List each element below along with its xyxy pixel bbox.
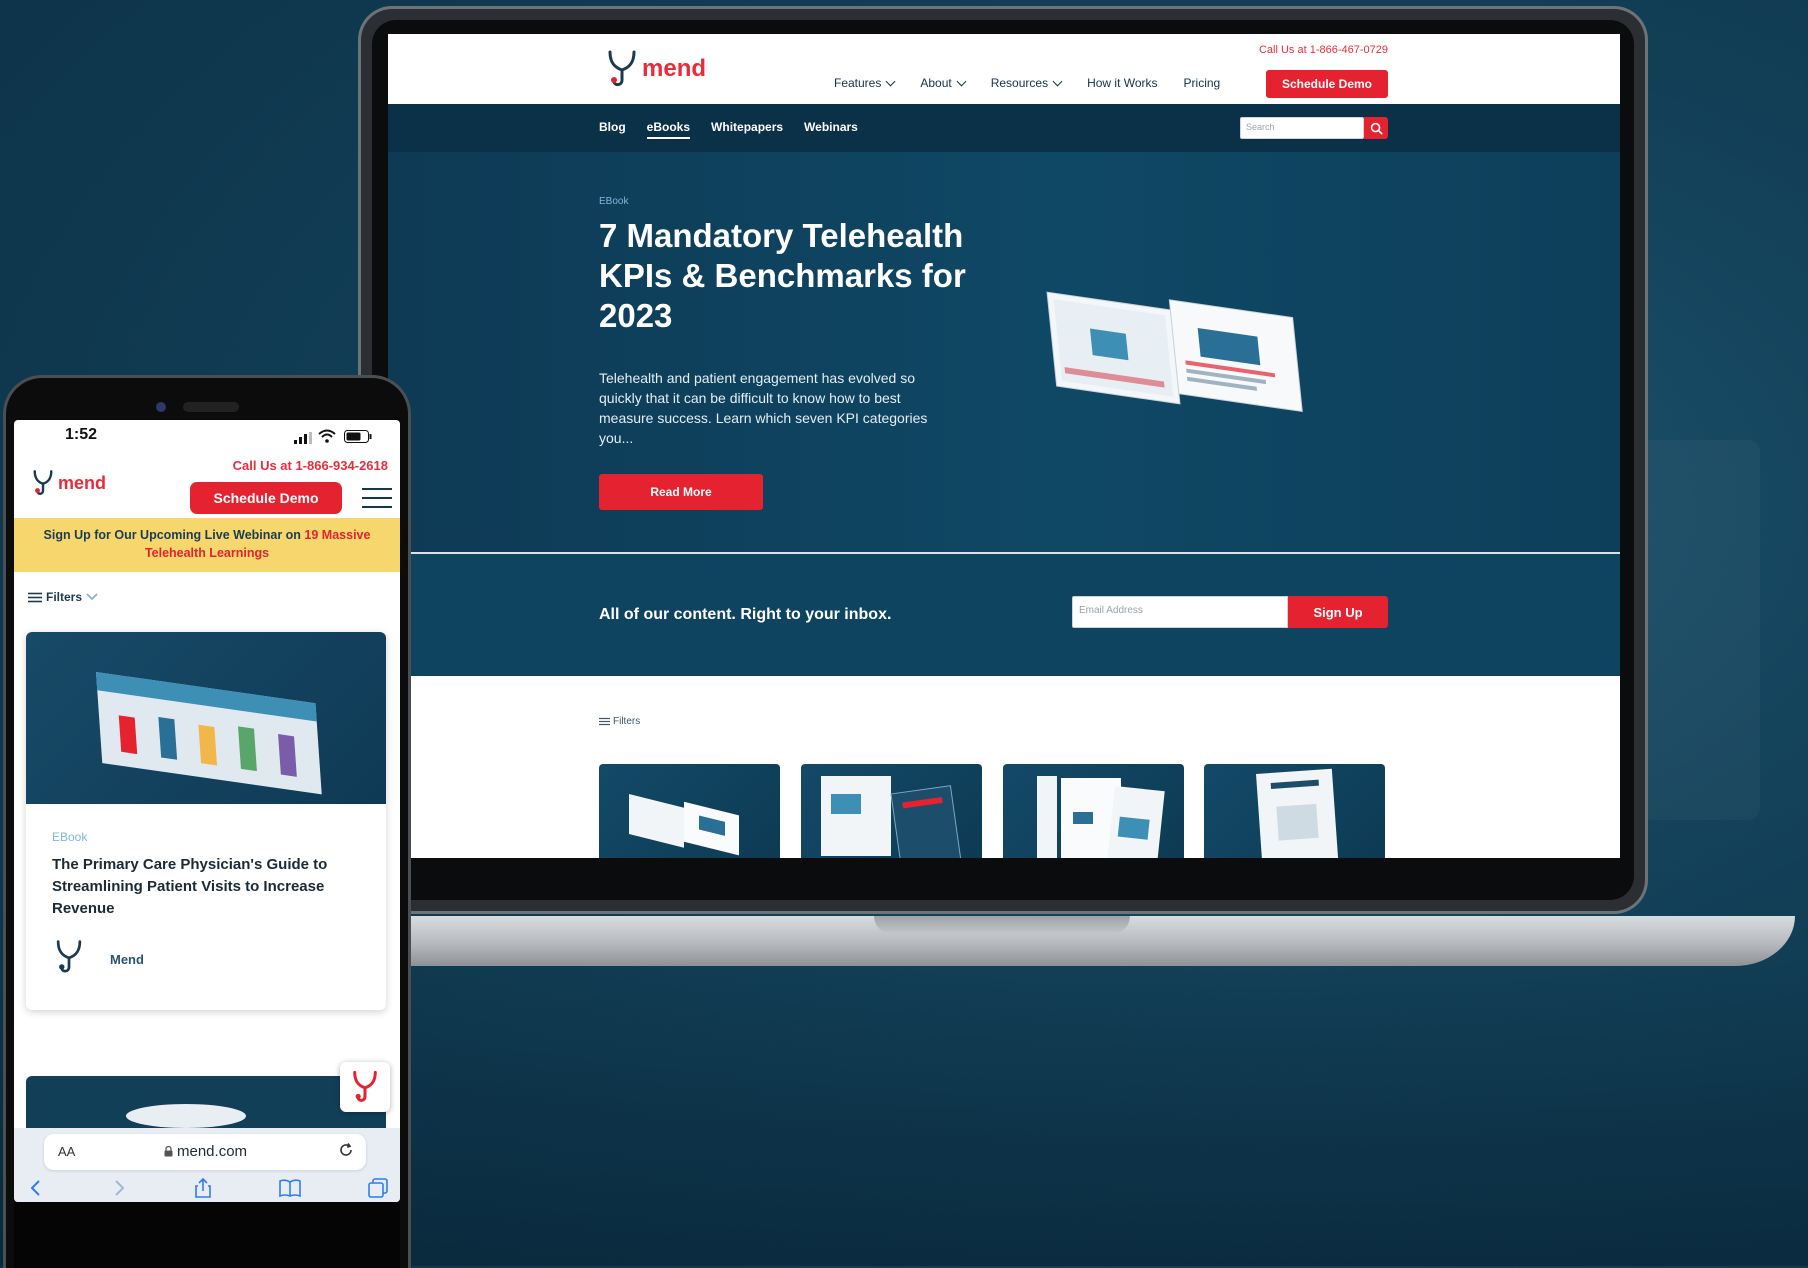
lock-icon [164, 1146, 173, 1157]
nav-label: About [920, 76, 952, 90]
laptop-screen: mend Call Us at 1-866-467-0729 Features … [388, 34, 1620, 858]
chevron-down-icon [86, 593, 98, 601]
author-avatar-icon [56, 940, 82, 973]
card-author: Mend [110, 952, 144, 967]
ebook-thumbnail[interactable] [1204, 764, 1385, 858]
filter-sliders-icon [599, 717, 610, 726]
card-title[interactable]: The Primary Care Physician's Guide to St… [52, 854, 362, 920]
schedule-demo-button[interactable]: Schedule Demo [1266, 70, 1388, 98]
ebook-cover-image [1046, 291, 1303, 413]
laptop-notch [874, 916, 1130, 934]
read-more-button[interactable]: Read More [599, 474, 763, 510]
nav-item-resources[interactable]: Resources [990, 76, 1063, 90]
sign-up-button[interactable]: Sign Up [1288, 596, 1388, 628]
hamburger-menu-icon[interactable] [362, 486, 392, 510]
chevron-down-icon [1052, 76, 1063, 87]
reload-icon[interactable] [338, 1142, 354, 1158]
tabs-icon[interactable] [368, 1178, 388, 1198]
card-tag: EBook [52, 830, 88, 844]
filters-label: Filters [613, 716, 641, 727]
subnav-whitepapers[interactable]: Whitepapers [711, 120, 783, 139]
nav-label: How it Works [1087, 76, 1158, 90]
nav-item-how-it-works[interactable]: How it Works [1087, 76, 1157, 90]
camera-icon [156, 402, 166, 412]
mend-logo[interactable]: mend [606, 48, 706, 90]
chat-widget-button[interactable] [340, 1062, 390, 1112]
phone-schedule-demo-button[interactable]: Schedule Demo [190, 482, 342, 514]
nav-label: Pricing [1183, 76, 1221, 90]
ebook-thumbnail[interactable] [1003, 764, 1184, 858]
nav-label: Resources [990, 76, 1049, 90]
reader-mode-button[interactable]: AA [58, 1144, 75, 1159]
ebook-card[interactable] [26, 1076, 386, 1136]
hero-section: EBook 7 Mandatory Telehealth KPIs & Benc… [388, 152, 1620, 554]
ebook-image [126, 1104, 246, 1128]
call-us-link[interactable]: Call Us at 1-866-467-0729 [1259, 44, 1388, 56]
speaker-grille [183, 402, 239, 412]
subnav-blog[interactable]: Blog [599, 120, 626, 139]
stethoscope-logo-icon [33, 470, 53, 495]
email-input[interactable]: Email Address [1072, 596, 1288, 628]
address-bar[interactable]: AA mend.com [44, 1134, 366, 1170]
phone-device: 1:52 Call Us at 1-866-934-2618 mend Sche… [6, 378, 408, 1268]
wifi-icon [318, 429, 336, 443]
phone-screen: 1:52 Call Us at 1-866-934-2618 mend Sche… [14, 420, 400, 1202]
chevron-down-icon [956, 76, 967, 87]
ebook-image [1037, 776, 1165, 858]
filter-sliders-icon [28, 592, 42, 602]
back-icon[interactable] [28, 1178, 44, 1198]
phone-bottom-bezel [14, 1202, 400, 1268]
ebook-card[interactable]: EBook The Primary Care Physician's Guide… [26, 632, 386, 1010]
nav-item-features[interactable]: Features [834, 76, 896, 90]
ebook-image [96, 672, 322, 795]
bookmarks-icon[interactable] [279, 1178, 301, 1198]
ebook-listing: Filters [388, 676, 1620, 858]
clock: 1:52 [65, 426, 98, 443]
ebook-image [629, 794, 739, 856]
site-header: mend Call Us at 1-866-467-0729 Features … [388, 34, 1620, 104]
newsletter-signup: All of our content. Right to your inbox.… [388, 554, 1620, 676]
nav-label: Features [834, 76, 882, 90]
banner-text: Sign Up for Our Upcoming Live Webinar on [43, 528, 305, 542]
main-nav: Features About Resources How it Works Pr… [834, 76, 1220, 90]
phone-mend-logo[interactable]: mend [32, 468, 106, 498]
ebook-thumbnail[interactable] [599, 764, 780, 858]
search-button[interactable] [1364, 117, 1388, 139]
phone-call-us-link[interactable]: Call Us at 1-866-934-2618 [233, 458, 388, 473]
webinar-banner[interactable]: Sign Up for Our Upcoming Live Webinar on… [14, 518, 400, 572]
url-display[interactable]: mend.com [164, 1143, 247, 1160]
nav-item-about[interactable]: About [920, 76, 967, 90]
ebook-image [821, 776, 962, 858]
logo-wordmark: mend [642, 55, 707, 82]
hero-title: 7 Mandatory Telehealth KPIs & Benchmarks… [599, 217, 966, 334]
hero-description: Telehealth and patient engagement has ev… [599, 370, 928, 446]
stethoscope-chat-icon [353, 1070, 377, 1102]
safari-nav-buttons [28, 1178, 388, 1200]
safari-toolbar: AA mend.com [14, 1128, 400, 1202]
nav-item-pricing[interactable]: Pricing [1184, 76, 1221, 90]
battery-icon [344, 430, 372, 443]
logo-wordmark: mend [58, 472, 107, 493]
url-text: mend.com [177, 1143, 248, 1160]
subnav-webinars[interactable]: Webinars [804, 120, 858, 139]
resources-subnav: Blog eBooks Whitepapers Webinars Search [388, 104, 1620, 152]
hero-eyebrow: EBook [599, 196, 629, 207]
search-input[interactable]: Search [1240, 117, 1364, 139]
subnav-ebooks[interactable]: eBooks [646, 120, 691, 139]
chevron-down-icon [885, 76, 896, 87]
search-icon [1370, 122, 1383, 135]
ebook-image [1256, 768, 1339, 858]
ebook-thumbnail[interactable] [801, 764, 982, 858]
card-image [26, 632, 386, 804]
phone-filters-toggle[interactable]: Filters [28, 590, 98, 604]
share-icon[interactable] [194, 1178, 212, 1198]
filters-label: Filters [46, 590, 83, 604]
forward-icon[interactable] [111, 1178, 127, 1198]
filters-toggle[interactable]: Filters [599, 716, 640, 727]
stethoscope-logo-icon [608, 50, 636, 87]
signal-icon [294, 432, 312, 444]
signup-headline: All of our content. Right to your inbox. [599, 606, 892, 623]
status-bar: 1:52 [14, 420, 400, 454]
